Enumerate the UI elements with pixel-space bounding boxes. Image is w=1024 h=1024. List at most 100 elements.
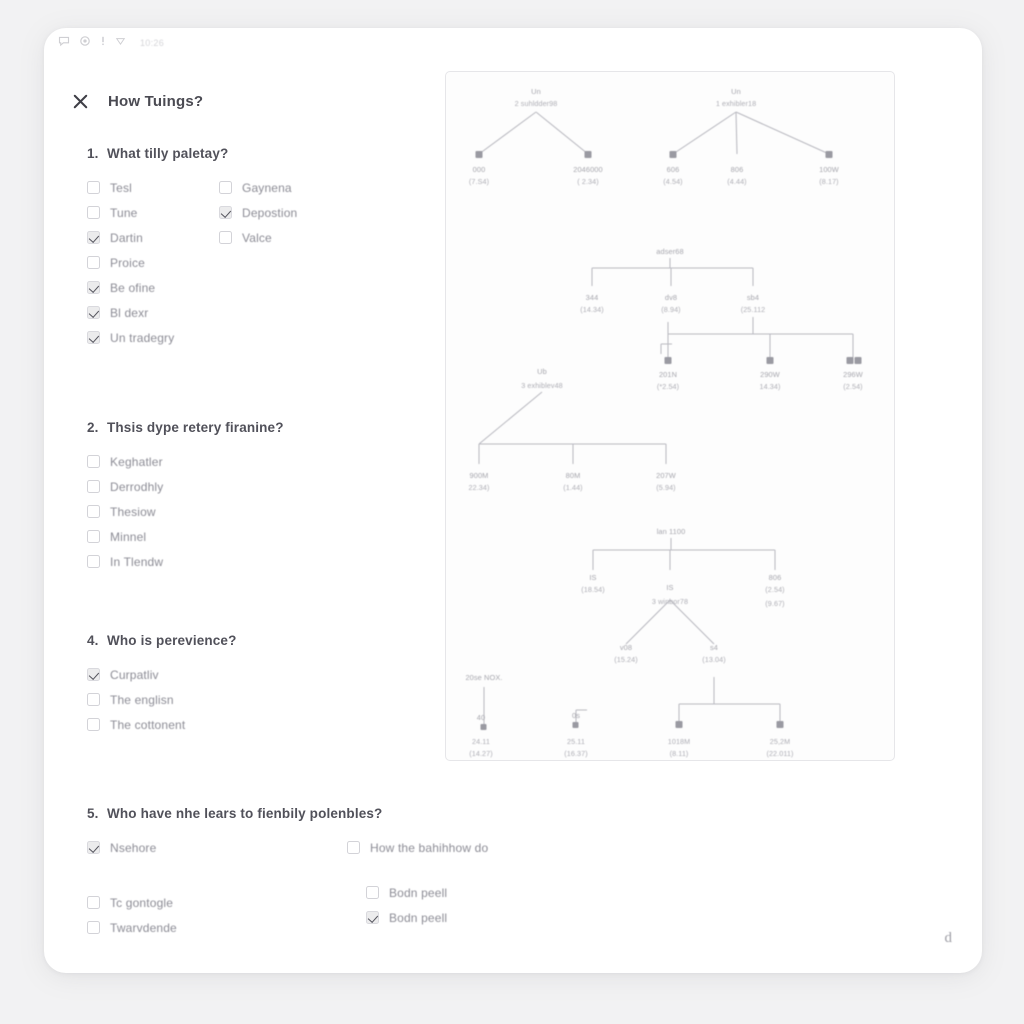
checkbox-option[interactable]: Twarvdende (87, 915, 177, 940)
checkbox-checked-icon[interactable] (87, 281, 100, 294)
option-label: Depostion (242, 205, 298, 220)
question-5: 5. Who have nhe lears to fienbily polenbl… (44, 806, 944, 955)
checkbox-option[interactable]: The englisn (87, 687, 185, 712)
option-label: Dartin (110, 230, 143, 245)
checkbox-option[interactable]: Bodn peell (366, 880, 447, 905)
svg-text:22.34): 22.34) (469, 483, 490, 492)
exclamation-icon (100, 34, 106, 52)
checkbox-option[interactable]: Valce (219, 225, 297, 250)
options-column: Keghatler Derrodhly Thesiow Minnel In Tlendw (87, 449, 163, 574)
checkbox-unchecked-icon[interactable] (87, 206, 100, 219)
checkbox-option[interactable]: Tesl (87, 175, 174, 200)
checkbox-unchecked-icon[interactable] (347, 841, 360, 854)
checkbox-unchecked-icon[interactable] (87, 555, 100, 568)
checkbox-option[interactable]: Nsehore (87, 835, 156, 860)
question-number: 5. (87, 806, 99, 821)
svg-text:806: 806 (731, 165, 744, 174)
question-heading: 1. What tilly paletay? (44, 146, 474, 161)
options-column: Gaynena Depostion Valce (219, 175, 297, 250)
checkbox-unchecked-icon[interactable] (87, 505, 100, 518)
checkbox-option[interactable]: Tc gontogle (87, 890, 177, 915)
checkbox-unchecked-icon[interactable] (87, 896, 100, 909)
option-label: Curpatliv (110, 667, 159, 682)
checkbox-unchecked-icon[interactable] (87, 718, 100, 731)
checkbox-option[interactable]: Curpatliv (87, 662, 185, 687)
option-label: Twarvdende (110, 920, 177, 935)
checkbox-option[interactable]: How the bahihhow do (347, 835, 488, 860)
checkbox-unchecked-icon[interactable] (87, 480, 100, 493)
svg-text:606: 606 (667, 165, 680, 174)
checkbox-option[interactable]: Be ofine (87, 275, 174, 300)
checkbox-checked-icon[interactable] (87, 331, 100, 344)
option-label: Bodn peell (389, 885, 448, 900)
checkbox-unchecked-icon[interactable] (87, 256, 100, 269)
question-2: 2. Thsis dype retery firanine? Keghatler De… (44, 420, 474, 574)
checkbox-unchecked-icon[interactable] (87, 921, 100, 934)
svg-text:40: 40 (477, 713, 485, 722)
checkbox-option[interactable]: Minnel (87, 524, 163, 549)
question-number: 4. (87, 633, 99, 648)
checkbox-option[interactable]: Tune (87, 200, 174, 225)
checkbox-checked-icon[interactable] (87, 841, 100, 854)
checkbox-option[interactable]: Dartin (87, 225, 174, 250)
checkbox-unchecked-icon[interactable] (87, 455, 100, 468)
question-heading: 5. Who have nhe lears to fienbily polenbl… (44, 806, 944, 821)
options-column: Tesl Tune Dartin Proice Be ofine Bl dexr Un tr… (87, 175, 174, 350)
checkbox-checked-icon[interactable] (366, 911, 379, 924)
checkbox-unchecked-icon[interactable] (219, 181, 232, 194)
page-title: How Tuings? (108, 92, 204, 110)
checkbox-option[interactable]: Thesiow (87, 499, 163, 524)
checkbox-unchecked-icon[interactable] (219, 231, 232, 244)
checkbox-option[interactable]: The cottonent (87, 712, 185, 737)
question-1: 1. What tilly paletay? Tesl Tune Dartin Proic… (44, 146, 474, 350)
checkbox-option[interactable]: Proice (87, 250, 174, 275)
question-4: 4. Who is perevience? Curpatliv The englisn… (44, 633, 474, 737)
options-group: Curpatliv The englisn The cottonent (44, 662, 474, 737)
svg-text:lan 1100: lan 1100 (657, 527, 686, 536)
checkbox-unchecked-icon[interactable] (87, 181, 100, 194)
checkbox-checked-icon[interactable] (87, 231, 100, 244)
svg-text:v08: v08 (620, 643, 632, 652)
options-group: Nsehore How the bahihhow do Tc gontogle Twa… (44, 835, 944, 955)
svg-text:adser68: adser68 (656, 247, 683, 256)
close-button[interactable] (67, 88, 93, 114)
checkbox-option[interactable]: Un tradegry (87, 325, 174, 350)
checkbox-option[interactable]: Bl dexr (87, 300, 174, 325)
svg-text:0s: 0s (572, 711, 580, 720)
svg-text:(2.54): (2.54) (765, 585, 784, 594)
checkbox-option[interactable]: In Tlendw (87, 549, 163, 574)
checkbox-option[interactable]: Depostion (219, 200, 297, 225)
svg-text:201N: 201N (659, 370, 677, 379)
svg-text:344: 344 (586, 293, 599, 302)
checkbox-checked-icon[interactable] (87, 306, 100, 319)
svg-text:(9.67): (9.67) (765, 599, 784, 608)
checkbox-unchecked-icon[interactable] (366, 886, 379, 899)
svg-text:(16.37): (16.37) (564, 749, 587, 758)
option-label: Tesl (110, 180, 132, 195)
checkbox-option[interactable]: Derrodhly (87, 474, 163, 499)
chat-bubble-icon (58, 34, 70, 52)
svg-text:1018M: 1018M (668, 737, 690, 746)
status-time: 10:26 (140, 38, 165, 48)
svg-text:s4: s4 (710, 643, 718, 652)
question-text: Who have nhe lears to fienbily polenbles… (107, 806, 383, 821)
checkbox-option[interactable]: Bodn peell (366, 905, 447, 930)
checkbox-checked-icon[interactable] (219, 206, 232, 219)
question-text: Who is perevience? (107, 633, 237, 648)
svg-text:(8.17): (8.17) (819, 177, 838, 186)
checkbox-checked-icon[interactable] (87, 668, 100, 681)
svg-text:14.34): 14.34) (760, 382, 781, 391)
option-label: How the bahihhow do (370, 840, 489, 855)
svg-text:dv8: dv8 (665, 293, 677, 302)
checkbox-unchecked-icon[interactable] (87, 530, 100, 543)
svg-text:25,2M: 25,2M (770, 737, 790, 746)
svg-text:(8.94): (8.94) (661, 305, 680, 314)
svg-text:296W: 296W (843, 370, 863, 379)
svg-text:Un: Un (731, 87, 741, 96)
checkbox-unchecked-icon[interactable] (87, 693, 100, 706)
checkbox-option[interactable]: Keghatler (87, 449, 163, 474)
option-label: Minnel (110, 529, 147, 544)
checkbox-option[interactable]: Gaynena (219, 175, 297, 200)
options-column: Nsehore (87, 835, 156, 860)
svg-text:Ub: Ub (537, 367, 547, 376)
